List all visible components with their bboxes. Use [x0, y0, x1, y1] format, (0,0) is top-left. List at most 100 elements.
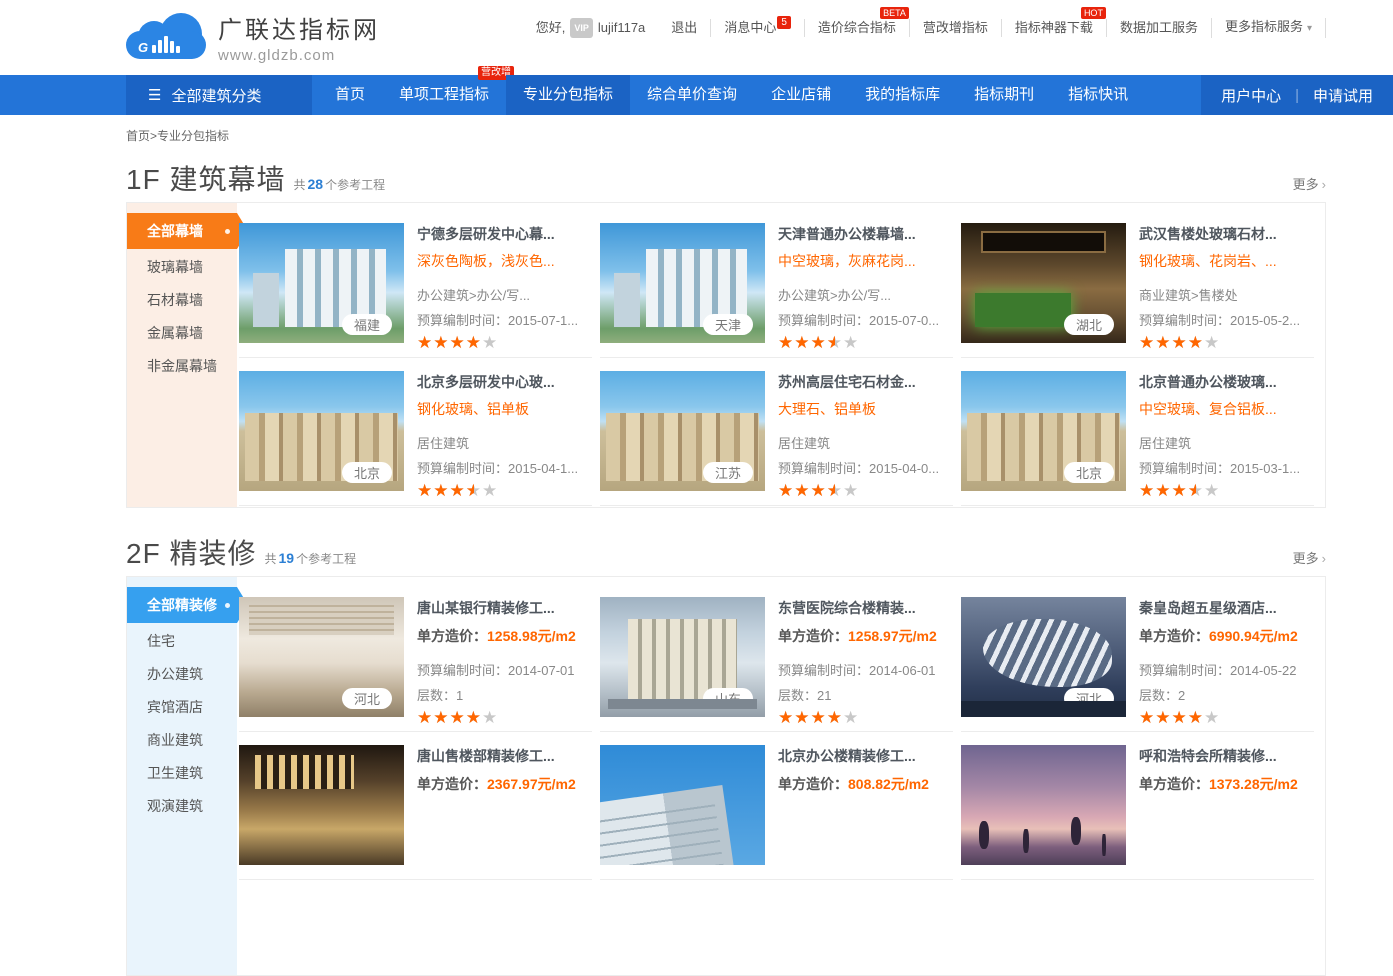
tab-office-building[interactable]: 办公建筑 — [127, 658, 237, 691]
nav-home[interactable]: 首页 — [318, 75, 382, 115]
location-badge: 北京 — [1064, 462, 1114, 483]
project-title[interactable]: 秦皇岛超五星级酒店... — [1139, 599, 1314, 617]
location-badge: 江苏 — [703, 462, 753, 483]
project-card[interactable]: 江苏 苏州高层住宅石材金... 大理石、铝单板 居住建筑 预算编制时间：2015… — [600, 371, 953, 506]
tab-all-curtainwall[interactable]: 全部幕墙 — [127, 213, 237, 249]
project-title[interactable]: 宁德多层研发中心幕... — [417, 225, 592, 243]
project-image[interactable]: 福建 — [239, 223, 404, 343]
star-rating: ★★★★★★★★★★ — [417, 334, 498, 352]
project-category: 办公建筑>办公/写... — [417, 285, 592, 304]
site-logo[interactable]: G 广联达指标网 www.gldzb.com — [126, 10, 380, 64]
star-rating: ★★★★★★★★★★ — [778, 482, 859, 500]
project-image[interactable]: 北京 — [239, 371, 404, 491]
user-center-link[interactable]: 用户中心 — [1221, 85, 1281, 106]
project-materials[interactable]: 大理石、铝单板 — [778, 399, 953, 419]
project-card[interactable]: 福建 宁德多层研发中心幕... 深灰色陶板，浅灰色... 办公建筑>办公/写..… — [239, 223, 592, 358]
nav-periodical[interactable]: 指标期刊 — [957, 75, 1051, 115]
nav-my-library[interactable]: 我的指标库 — [848, 75, 957, 115]
project-image[interactable]: 江苏 — [600, 371, 765, 491]
project-materials[interactable]: 钢化玻璃、铝单板 — [417, 399, 592, 419]
project-card[interactable]: 呼和浩特会所精装修... 单方造价：1373.28元/m2 — [961, 745, 1314, 880]
project-title[interactable]: 苏州高层住宅石材金... — [778, 373, 953, 391]
project-image[interactable]: 河北 — [239, 597, 404, 717]
tab-stone-curtainwall[interactable]: 石材幕墙 — [127, 284, 237, 317]
project-card[interactable]: 北京办公楼精装修工... 单方造价：808.82元/m2 — [600, 745, 953, 880]
project-title[interactable]: 呼和浩特会所精装修... — [1139, 747, 1314, 765]
location-badge: 山东 — [703, 688, 753, 709]
top-links: 您好,VIPlujif117a 退出 消息中心5 造价综合指标BETA 营改增指… — [523, 18, 1326, 38]
project-materials[interactable]: 钢化玻璃、花岗岩、... — [1139, 251, 1314, 271]
project-title[interactable]: 唐山售楼部精装修工... — [417, 747, 592, 765]
nav-enterprise-store[interactable]: 企业店铺 — [754, 75, 848, 115]
tab-all-finedecoration[interactable]: 全部精装修 — [127, 587, 237, 623]
project-floors: 层数：21 — [778, 685, 953, 704]
project-image[interactable] — [961, 745, 1126, 865]
project-image[interactable]: 河北 — [961, 597, 1126, 717]
project-materials[interactable]: 中空玻璃、复合铝板... — [1139, 399, 1314, 419]
location-badge: 北京 — [342, 462, 392, 483]
section-2f-cards: 河北 唐山某银行精装修工... 单方造价：1258.98元/m2 预算编制时间：… — [237, 577, 1325, 975]
location-badge: 湖北 — [1064, 314, 1114, 335]
tab-residential[interactable]: 住宅 — [127, 625, 237, 658]
project-image[interactable]: 湖北 — [961, 223, 1126, 343]
project-card[interactable]: 河北 唐山某银行精装修工... 单方造价：1258.98元/m2 预算编制时间：… — [239, 597, 592, 732]
logout-link[interactable]: 退出 — [658, 19, 710, 37]
section-1f-cards: 福建 宁德多层研发中心幕... 深灰色陶板，浅灰色... 办公建筑>办公/写..… — [237, 203, 1325, 507]
nav-news[interactable]: 指标快讯 — [1051, 75, 1145, 115]
site-url: www.gldzb.com — [218, 47, 380, 64]
section-1f-title: 1F 建筑幕墙 — [126, 158, 285, 198]
project-card[interactable]: 天津 天津普通办公楼幕墙... 中空玻璃，灰麻花岗... 办公建筑>办公/写..… — [600, 223, 953, 358]
arrow-right-icon: › — [1322, 177, 1326, 192]
user-greeting: 您好,VIPlujif117a — [523, 18, 659, 38]
project-image[interactable] — [600, 745, 765, 865]
project-title[interactable]: 北京多层研发中心玻... — [417, 373, 592, 391]
project-image[interactable]: 山东 — [600, 597, 765, 717]
project-image[interactable]: 北京 — [961, 371, 1126, 491]
project-card[interactable]: 湖北 武汉售楼处玻璃石材... 钢化玻璃、花岗岩、... 商业建筑>售楼处 预算… — [961, 223, 1314, 358]
section-1f-count: 共28个参考工程 — [293, 176, 385, 193]
message-center-link[interactable]: 消息中心5 — [710, 19, 804, 37]
tab-nonmetal-curtainwall[interactable]: 非金属幕墙 — [127, 350, 237, 383]
project-image[interactable] — [239, 745, 404, 865]
project-materials[interactable]: 中空玻璃，灰麻花岗... — [778, 251, 953, 271]
data-service-link[interactable]: 数据加工服务 — [1106, 19, 1211, 37]
active-dot-icon — [225, 603, 230, 608]
project-budget-date: 预算编制时间：2014-06-01 — [778, 660, 953, 679]
project-title[interactable]: 天津普通办公楼幕墙... — [778, 225, 953, 243]
more-services-link[interactable]: 更多指标服务▾ — [1211, 18, 1326, 38]
project-card[interactable]: 唐山售楼部精装修工... 单方造价：2367.97元/m2 — [239, 745, 592, 880]
nav-subcontract[interactable]: 专业分包指标 — [506, 75, 630, 115]
star-rating: ★★★★★★★★★★ — [778, 709, 859, 727]
all-categories-button[interactable]: ☰ 全部建筑分类 — [126, 75, 312, 115]
tool-download-link[interactable]: 指标神器下载HOT — [1001, 19, 1106, 37]
tab-health[interactable]: 卫生建筑 — [127, 757, 237, 790]
project-card[interactable]: 北京 北京普通办公楼玻璃... 中空玻璃、复合铝板... 居住建筑 预算编制时间… — [961, 371, 1314, 506]
project-title[interactable]: 武汉售楼处玻璃石材... — [1139, 225, 1314, 243]
tab-metal-curtainwall[interactable]: 金属幕墙 — [127, 317, 237, 350]
section-1f-more-link[interactable]: 更多› — [1293, 174, 1326, 193]
project-title[interactable]: 东营医院综合楼精装... — [778, 599, 953, 617]
section-2f-header: 2F 精装修 共19个参考工程 更多› — [126, 532, 1326, 574]
breadcrumb[interactable]: 首页>专业分包指标 — [126, 127, 1326, 144]
vat-reform-link[interactable]: 营改增指标 — [909, 19, 1001, 37]
project-image[interactable]: 天津 — [600, 223, 765, 343]
project-card[interactable]: 山东 东营医院综合楼精装... 单方造价：1258.97元/m2 预算编制时间：… — [600, 597, 953, 732]
project-unit-price: 单方造价：1258.98元/m2 — [417, 626, 592, 646]
nav-single-project[interactable]: 单项工程指标营改增 — [382, 75, 506, 115]
tab-glass-curtainwall[interactable]: 玻璃幕墙 — [127, 251, 237, 284]
project-title[interactable]: 唐山某银行精装修工... — [417, 599, 592, 617]
nav-unit-price[interactable]: 综合单价查询 — [630, 75, 754, 115]
section-2f-more-link[interactable]: 更多› — [1293, 548, 1326, 567]
username: lujif117a — [598, 20, 645, 35]
cost-composite-link[interactable]: 造价综合指标BETA — [804, 19, 909, 37]
tab-performance[interactable]: 观演建筑 — [127, 790, 237, 823]
project-budget-date: 预算编制时间：2015-07-0... — [778, 310, 953, 329]
project-title[interactable]: 北京办公楼精装修工... — [778, 747, 953, 765]
project-card[interactable]: 北京 北京多层研发中心玻... 钢化玻璃、铝单板 居住建筑 预算编制时间：201… — [239, 371, 592, 506]
project-materials[interactable]: 深灰色陶板，浅灰色... — [417, 251, 592, 271]
tab-hotel[interactable]: 宾馆酒店 — [127, 691, 237, 724]
project-title[interactable]: 北京普通办公楼玻璃... — [1139, 373, 1314, 391]
project-card[interactable]: 河北 秦皇岛超五星级酒店... 单方造价：6990.94元/m2 预算编制时间：… — [961, 597, 1314, 732]
tab-commercial[interactable]: 商业建筑 — [127, 724, 237, 757]
apply-trial-link[interactable]: 申请试用 — [1313, 85, 1373, 106]
